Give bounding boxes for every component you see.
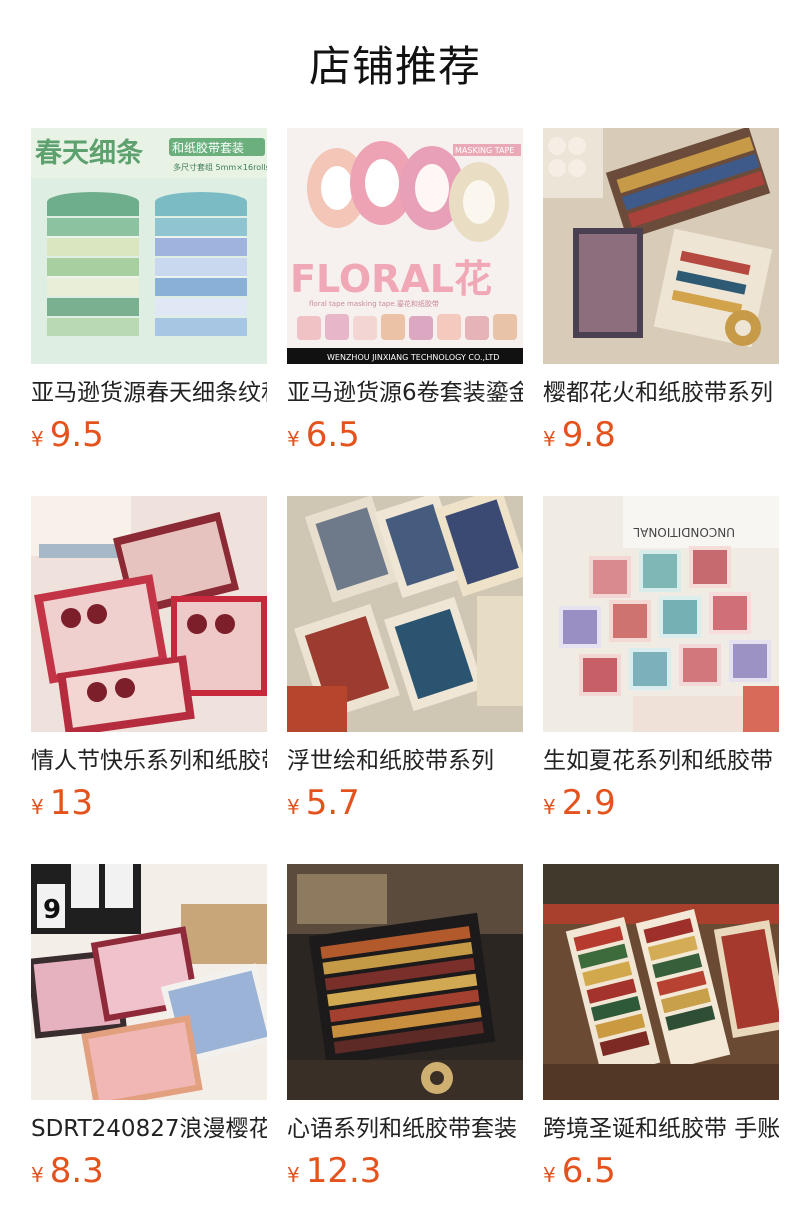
currency-symbol: ¥ bbox=[287, 795, 300, 819]
price-value: 5.7 bbox=[305, 783, 360, 823]
currency-symbol: ¥ bbox=[543, 1163, 556, 1187]
price-value: 9.8 bbox=[561, 415, 616, 455]
svg-text:FLORAL花: FLORAL花 bbox=[290, 257, 492, 301]
currency-symbol: ¥ bbox=[31, 795, 44, 819]
currency-symbol: ¥ bbox=[31, 427, 44, 451]
svg-text:UNCONDITIONAL: UNCONDITIONAL bbox=[633, 525, 735, 539]
summer-flower-tape-boxes-image[interactable]: UNCONDITIONAL bbox=[543, 496, 779, 732]
product-price: ¥ 5.7 bbox=[287, 783, 523, 823]
romantic-sakura-tape-image[interactable]: 9 bbox=[31, 864, 267, 1100]
valentine-red-tape-image[interactable] bbox=[31, 496, 267, 732]
product-card[interactable]: 春天细条 和纸胶带套装 多尺寸套组 5mm×16rolls 亚马逊货源春天细条纹… bbox=[31, 128, 267, 496]
product-price: ¥ 8.3 bbox=[31, 1151, 267, 1191]
product-card[interactable]: 心语系列和纸胶带套装 ¥ 12.3 bbox=[287, 864, 523, 1232]
product-title[interactable]: 浮世绘和纸胶带系列 bbox=[287, 745, 523, 777]
svg-text:WENZHOU JINXIANG TECHNOLOGY CO: WENZHOU JINXIANG TECHNOLOGY CO.,LTD bbox=[327, 353, 499, 362]
product-price: ¥ 2.9 bbox=[543, 783, 779, 823]
product-card[interactable]: 浮世绘和纸胶带系列 ¥ 5.7 bbox=[287, 496, 523, 864]
product-price: ¥ 6.5 bbox=[287, 415, 523, 455]
svg-text:floral tape masking tape.鎏花和纸胶: floral tape masking tape.鎏花和纸胶带 bbox=[309, 299, 439, 308]
price-value: 9.5 bbox=[49, 415, 104, 455]
product-card[interactable]: UNCONDITIONAL 生如夏花系列和纸胶带 ¥ 2.9 bbox=[543, 496, 779, 864]
product-title[interactable]: 生如夏花系列和纸胶带 bbox=[543, 745, 779, 777]
product-price: ¥ 12.3 bbox=[287, 1151, 523, 1191]
product-price: ¥ 9.5 bbox=[31, 415, 267, 455]
product-title[interactable]: 樱都花火和纸胶带系列 bbox=[543, 377, 779, 409]
product-title[interactable]: 亚马逊货源春天细条纹和纸胶带套装 bbox=[31, 377, 267, 409]
product-title[interactable]: 跨境圣诞和纸胶带 手账装饰 bbox=[543, 1113, 779, 1145]
product-card[interactable]: MASKING TAPE FLORAL花 floral tape masking… bbox=[287, 128, 523, 496]
product-price: ¥ 13 bbox=[31, 783, 267, 823]
product-title[interactable]: 亚马逊货源6卷套装鎏金花卉和纸胶带 bbox=[287, 377, 523, 409]
product-title[interactable]: 心语系列和纸胶带套装 bbox=[287, 1113, 523, 1145]
price-value: 13 bbox=[49, 783, 93, 823]
price-value: 8.3 bbox=[49, 1151, 104, 1191]
overlay-title: 春天细条 bbox=[35, 137, 144, 169]
section-header: 店铺推荐 bbox=[0, 0, 790, 128]
product-card[interactable]: 跨境圣诞和纸胶带 手账装饰 ¥ 6.5 bbox=[543, 864, 779, 1232]
currency-symbol: ¥ bbox=[543, 427, 556, 451]
product-title[interactable]: 情人节快乐系列和纸胶带 bbox=[31, 745, 267, 777]
price-value: 6.5 bbox=[305, 415, 360, 455]
product-title[interactable]: SDRT240827浪漫樱花和纸胶带 bbox=[31, 1113, 267, 1145]
price-value: 6.5 bbox=[561, 1151, 616, 1191]
dark-gold-tape-box-image[interactable] bbox=[287, 864, 523, 1100]
price-value: 12.3 bbox=[305, 1151, 382, 1191]
product-card[interactable]: 9 SDRT240827浪漫樱花和纸胶带 ¥ 8.3 bbox=[31, 864, 267, 1232]
product-card[interactable]: 樱都花火和纸胶带系列 ¥ 9.8 bbox=[543, 128, 779, 496]
currency-symbol: ¥ bbox=[287, 1163, 300, 1187]
svg-text:9: 9 bbox=[43, 895, 61, 925]
floral-pink-tape-image[interactable]: MASKING TAPE FLORAL花 floral tape masking… bbox=[287, 128, 523, 364]
ukiyoe-tape-boxes-image[interactable] bbox=[287, 496, 523, 732]
spring-green-tape-image[interactable]: 春天细条 和纸胶带套装 多尺寸套组 5mm×16rolls bbox=[31, 128, 267, 364]
section-title: 店铺推荐 bbox=[308, 41, 481, 91]
currency-symbol: ¥ bbox=[543, 795, 556, 819]
currency-symbol: ¥ bbox=[31, 1163, 44, 1187]
vintage-floral-tape-image[interactable] bbox=[543, 128, 779, 364]
product-grid: 春天细条 和纸胶带套装 多尺寸套组 5mm×16rolls 亚马逊货源春天细条纹… bbox=[31, 128, 779, 1232]
product-price: ¥ 9.8 bbox=[543, 415, 779, 455]
svg-text:MASKING TAPE: MASKING TAPE bbox=[455, 146, 514, 155]
svg-text:和纸胶带套装: 和纸胶带套装 bbox=[172, 140, 244, 155]
christmas-tape-boxes-image[interactable] bbox=[543, 864, 779, 1100]
price-value: 2.9 bbox=[561, 783, 616, 823]
currency-symbol: ¥ bbox=[287, 427, 300, 451]
svg-text:多尺寸套组 5mm×16rolls: 多尺寸套组 5mm×16rolls bbox=[173, 162, 267, 172]
product-price: ¥ 6.5 bbox=[543, 1151, 779, 1191]
product-card[interactable]: 情人节快乐系列和纸胶带 ¥ 13 bbox=[31, 496, 267, 864]
